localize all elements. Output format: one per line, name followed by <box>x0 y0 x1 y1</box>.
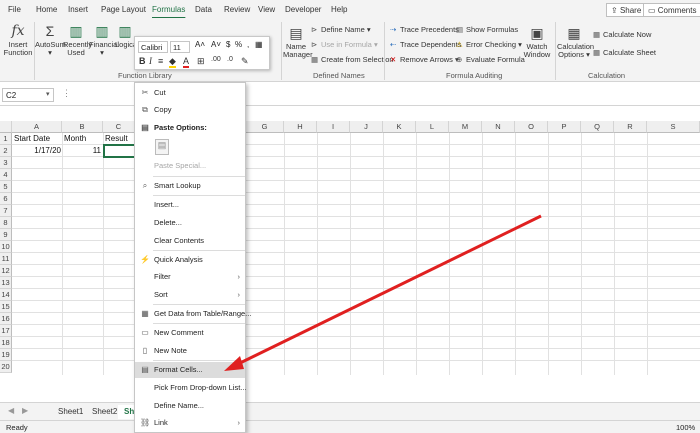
red-arrow-annotation <box>224 214 542 371</box>
arrow-head <box>224 356 244 371</box>
arrow-shaft <box>237 214 542 366</box>
